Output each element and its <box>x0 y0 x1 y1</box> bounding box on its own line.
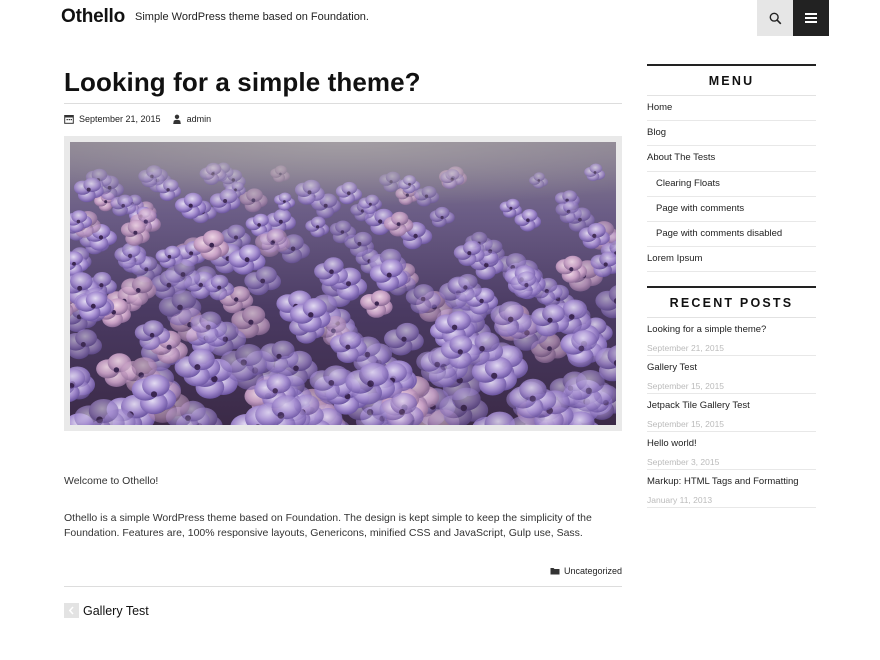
site-header: Othello Simple WordPress theme based on … <box>0 0 880 36</box>
menu-item-clearing-floats[interactable]: Clearing Floats <box>647 172 816 197</box>
divider <box>64 586 622 587</box>
folder-icon <box>550 568 560 575</box>
post-paragraph: Othello is a simple WordPress theme base… <box>64 512 592 539</box>
recent-post-date: September 21, 2015 <box>647 343 725 353</box>
post-content: Welcome to Othello! Othello is a simple … <box>64 474 624 563</box>
site-description: Simple WordPress theme based on Foundati… <box>135 11 369 23</box>
post-meta: September 21, 2015 admin <box>64 104 622 134</box>
recent-post-link[interactable]: Markup: HTML Tags and Formatting <box>647 476 816 495</box>
recent-post-link[interactable]: Looking for a simple theme? <box>647 324 816 343</box>
recent-post-item: Jetpack Tile Gallery Test September 15, … <box>647 394 816 432</box>
post-title[interactable]: Looking for a simple theme? <box>64 64 622 104</box>
post-date-text: September 21, 2015 <box>79 114 161 124</box>
menu-item-page-with-comments[interactable]: Page with comments <box>647 197 816 222</box>
menu-toggle-button[interactable] <box>793 0 829 36</box>
menu-item-blog[interactable]: Blog <box>647 121 816 147</box>
recent-post-item: Looking for a simple theme? September 21… <box>647 318 816 356</box>
featured-image-frame <box>64 136 622 431</box>
recent-post-date: September 15, 2015 <box>647 419 725 429</box>
recent-post-item: Markup: HTML Tags and Formatting January… <box>647 470 816 508</box>
recent-posts-widget: RECENT POSTS Looking for a simple theme?… <box>647 286 816 508</box>
previous-post-link[interactable]: Gallery Test <box>64 603 149 618</box>
search-icon <box>769 12 781 24</box>
recent-post-link[interactable]: Jetpack Tile Gallery Test <box>647 400 816 419</box>
featured-image <box>70 142 616 425</box>
post-category-text: Uncategorized <box>563 566 622 576</box>
post-author[interactable]: admin <box>172 114 212 124</box>
post-date[interactable]: September 21, 2015 <box>64 114 161 124</box>
recent-post-link[interactable]: Hello world! <box>647 438 816 457</box>
post-author-text: admin <box>186 114 212 124</box>
calendar-icon <box>64 115 74 124</box>
recent-post-link[interactable]: Gallery Test <box>647 362 816 381</box>
recent-post-item: Gallery Test September 15, 2015 <box>647 356 816 394</box>
chevron-left-icon <box>64 603 79 618</box>
user-icon <box>172 114 181 124</box>
search-button[interactable] <box>757 0 793 36</box>
post-article: Looking for a simple theme? September 21… <box>64 64 622 134</box>
recent-post-item: Hello world! September 3, 2015 <box>647 432 816 470</box>
site-title[interactable]: Othello <box>61 6 125 28</box>
menu-item-about-the-tests[interactable]: About The Tests <box>647 146 816 172</box>
recent-post-date: January 11, 2013 <box>647 495 713 505</box>
recent-post-date: September 3, 2015 <box>647 457 720 467</box>
menu-item-home[interactable]: Home <box>647 96 816 122</box>
menu-item-lorem-ipsum[interactable]: Lorem Ipsum <box>647 247 816 273</box>
recent-post-date: September 15, 2015 <box>647 381 725 391</box>
recent-posts-title: RECENT POSTS <box>647 286 816 318</box>
previous-post-title: Gallery Test <box>83 603 149 618</box>
menu-widget: MENU Home Blog About The Tests Clearing … <box>647 64 816 273</box>
menu-widget-title: MENU <box>647 64 816 96</box>
post-paragraph: Welcome to Othello! <box>64 475 159 487</box>
menu-icon <box>805 13 817 23</box>
menu-list: Home Blog About The Tests Clearing Float… <box>647 96 816 273</box>
menu-item-page-with-comments-disabled[interactable]: Page with comments disabled <box>647 222 816 248</box>
post-category[interactable]: Uncategorized <box>550 566 622 576</box>
